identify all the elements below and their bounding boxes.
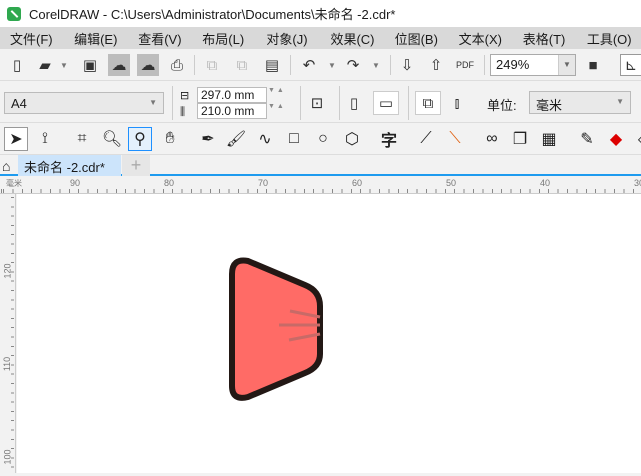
trapezoid-shape (229, 257, 323, 401)
current-page-layout-icon[interactable]: ⫾ (446, 92, 468, 114)
menu-edit[interactable]: 编辑(E) (64, 29, 128, 48)
blend-tool-icon[interactable]: ∞ (480, 127, 504, 151)
document-tab[interactable]: 未命名 -2.cdr* (18, 155, 121, 176)
page-height-icon: ⫼ (180, 106, 186, 118)
ruler-tick-label: 60 (352, 178, 363, 188)
menu-text[interactable]: 文本(X) (449, 29, 513, 48)
menu-view[interactable]: 查看(V) (128, 29, 192, 48)
crop-tool-icon[interactable]: ⌗ (70, 127, 94, 151)
outline-tool-icon[interactable]: ◇ (632, 127, 641, 151)
title-bar: CorelDRAW - C:\Users\Administrator\Docum… (0, 0, 641, 27)
pick-tool-icon[interactable]: ➤ (4, 127, 28, 151)
polygon-tool-icon[interactable]: ⬡ (340, 127, 364, 151)
width-spinner[interactable]: ▼ ▲ (268, 87, 290, 103)
text-tool-icon[interactable]: 字 (377, 127, 401, 151)
home-icon[interactable]: ⌂ (2, 158, 10, 174)
drop-shadow-tool-icon[interactable]: ❐ (508, 127, 532, 151)
import-icon[interactable]: ⇩ (396, 54, 418, 76)
menu-bar: 文件(F) 编辑(E) 查看(V) 布局(L) 对象(J) 效果(C) 位图(B… (0, 27, 641, 49)
coreldraw-logo-icon (7, 6, 21, 21)
page-width-icon: ⊟ (180, 90, 190, 102)
transparency-tool-icon[interactable]: ▦ (537, 127, 561, 151)
export-icon[interactable]: ⇧ (425, 54, 447, 76)
undo-icon[interactable]: ↶ (298, 54, 320, 76)
rulers-icon[interactable]: ⊾ (620, 54, 641, 76)
copy-icon[interactable]: ⧉ (231, 54, 253, 76)
new-document-icon[interactable]: ▯ (6, 54, 28, 76)
rectangle-tool-icon[interactable]: □ (282, 127, 306, 151)
ellipse-tool-icon[interactable]: ○ (311, 127, 335, 151)
page-height-input[interactable]: 210.0 mm (197, 103, 267, 119)
zoom-tool-icon[interactable]: 🔍︎ (100, 127, 124, 151)
ruler-unit-label: 毫米 (6, 179, 22, 188)
portrait-icon[interactable]: ▯ (343, 92, 365, 114)
chevron-down-icon[interactable]: ▼ (558, 55, 575, 75)
menu-table[interactable]: 表格(T) (513, 29, 577, 48)
open-folder-icon[interactable]: ▰ (34, 54, 56, 76)
export-pdf-icon[interactable]: PDF (454, 54, 476, 76)
menu-layout[interactable]: 布局(L) (192, 29, 256, 48)
units-value: 毫米 (536, 98, 563, 113)
menu-bitmaps[interactable]: 位图(B) (385, 29, 449, 48)
chevron-down-icon[interactable]: ▼ (328, 61, 336, 70)
page-size-value: A4 (11, 96, 27, 111)
menu-object[interactable]: 对象(J) (256, 29, 320, 48)
ruler-tick-label: 40 (540, 178, 551, 188)
units-label: 单位: (487, 98, 517, 113)
cut-icon[interactable]: ⧉ (201, 54, 223, 76)
full-screen-icon[interactable]: ■ (582, 54, 604, 76)
all-pages-size-icon[interactable]: ⊡ (306, 92, 328, 114)
chevron-down-icon: ▼ (616, 97, 624, 106)
toolbox: ➤ ⟟ ⌗ 🔍︎ ⚲ ✋︎ ✒ 🖌︎ ∿ □ ○ ⬡ 字 ⟋ ⟍ ∞ ❐ ▦ ✎… (0, 123, 641, 155)
brush-tool-icon[interactable]: 🖌︎ (224, 127, 248, 151)
chevron-down-icon: ▼ (149, 98, 157, 107)
menu-file[interactable]: 文件(F) (0, 29, 64, 48)
pen-tool-icon[interactable]: ✒ (196, 127, 220, 151)
property-bar: A4 ▼ ⊟ ⫼ 297.0 mm 210.0 mm ▼ ▲ ▼ ▲ ⊡ ▯ ▭ … (0, 82, 641, 123)
window-title: CorelDRAW - C:\Users\Administrator\Docum… (29, 7, 396, 22)
redo-icon[interactable]: ↷ (342, 54, 364, 76)
page-size-combo[interactable]: A4 ▼ (4, 92, 164, 114)
eyedropper-tool-icon[interactable]: ✎ (575, 127, 599, 151)
zoom-level-value: 249% (496, 57, 530, 72)
zoom-level-combo[interactable]: 249% ▼ (490, 54, 576, 76)
paste-icon[interactable]: ▤ (261, 54, 283, 76)
horizontal-ruler[interactable]: 毫米 90 80 70 60 50 40 30 (0, 177, 641, 194)
ruler-tick-label: 90 (70, 178, 81, 188)
units-combo[interactable]: 毫米 ▼ (529, 91, 631, 114)
save-icon[interactable]: ▣ (79, 54, 101, 76)
vertical-ruler[interactable]: 120 110 100 (0, 194, 16, 473)
ruler-tick-label: 70 (258, 178, 269, 188)
menu-tools[interactable]: 工具(O) (577, 29, 641, 48)
zoom-tool-active-icon[interactable]: ⚲ (128, 127, 152, 151)
drawing-canvas[interactable] (17, 194, 641, 473)
ruler-tick-label: 50 (446, 178, 457, 188)
chevron-down-icon[interactable]: ▼ (372, 61, 380, 70)
drawing-shape[interactable] (17, 194, 641, 473)
cloud-import-icon[interactable]: ☁ (108, 54, 130, 76)
page-width-input[interactable]: 297.0 mm (197, 87, 267, 103)
fill-tool-icon[interactable]: ◆ (604, 127, 628, 151)
shape-tool-icon[interactable]: ⟟ (33, 127, 57, 151)
cloud-export-icon[interactable]: ☁ (137, 54, 159, 76)
curve-tool-icon[interactable]: ∿ (253, 127, 277, 151)
print-icon[interactable]: ⎙ (166, 54, 188, 76)
chevron-down-icon[interactable]: ▼ (60, 61, 68, 70)
ruler-tick-label: 80 (164, 178, 175, 188)
pan-tool-icon[interactable]: ✋︎ (158, 127, 182, 151)
height-spinner[interactable]: ▼ ▲ (268, 103, 290, 119)
dimension-tool-icon[interactable]: ⟋ (414, 127, 438, 151)
connector-tool-icon[interactable]: ⟍ (443, 127, 467, 151)
all-pages-layout-icon[interactable]: ⧉ (415, 91, 441, 115)
ruler-tick-label: 30 (634, 178, 641, 188)
document-tab-bar: ⌂ 未命名 -2.cdr* + (0, 155, 641, 176)
menu-effects[interactable]: 效果(C) (320, 29, 384, 48)
new-tab-button[interactable]: + (122, 155, 150, 176)
landscape-icon[interactable]: ▭ (373, 91, 399, 115)
